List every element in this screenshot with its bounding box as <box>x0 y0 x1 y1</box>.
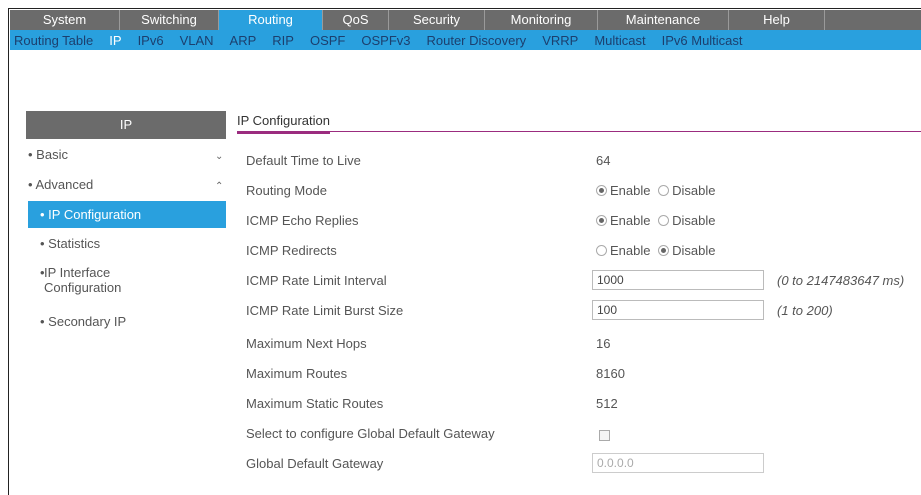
subnav-ipv6[interactable]: IPv6 <box>138 33 164 48</box>
routing-mode-enable-radio[interactable] <box>596 185 607 196</box>
routing-mode-disable-radio[interactable] <box>658 185 670 196</box>
max-static-routes-label: Maximum Static Routes <box>246 396 384 411</box>
max-next-hops-label: Maximum Next Hops <box>246 336 367 351</box>
enable-label: Enable <box>610 213 651 228</box>
global-gateway-checkbox[interactable] <box>599 430 610 441</box>
tab-system[interactable]: System <box>10 10 120 30</box>
subnav-ospfv3[interactable]: OSPFv3 <box>361 33 410 48</box>
icmp-rate-burst-label: ICMP Rate Limit Burst Size <box>246 303 404 318</box>
sidebar-item-basic[interactable]: • Basic <box>28 147 68 162</box>
max-routes-label: Maximum Routes <box>246 366 348 381</box>
top-nav: System Switching Routing QoS Security Mo… <box>10 10 921 30</box>
disable-label: Disable <box>672 183 716 198</box>
sub-nav: Routing Table IP IPv6 VLAN ARP RIP OSPF … <box>10 30 921 50</box>
max-static-routes-value: 512 <box>596 396 618 411</box>
icmp-echo-options: Enable Disable <box>596 213 715 228</box>
icmp-rate-interval-hint: (0 to 2147483647 ms) <box>777 273 905 288</box>
icmp-echo-disable-radio[interactable] <box>658 215 670 226</box>
title-divider <box>237 131 921 132</box>
sidebar-item-label: Statistics <box>48 236 101 251</box>
sidebar-header: IP <box>26 111 226 139</box>
sidebar-item-label: Basic <box>36 147 68 162</box>
max-routes-value: 8160 <box>596 366 625 381</box>
sidebar-item-statistics[interactable]: • Statistics <box>40 236 100 251</box>
icmp-redirects-disable-radio[interactable] <box>658 245 670 256</box>
tab-routing[interactable]: Routing <box>219 10 323 30</box>
subnav-rip[interactable]: RIP <box>272 33 294 48</box>
icmp-redirects-options: Enable Disable <box>596 243 715 258</box>
icmp-redirects-label: ICMP Redirects <box>246 243 337 258</box>
icmp-rate-interval-input[interactable] <box>592 270 764 290</box>
disable-label: Disable <box>672 213 716 228</box>
disable-label: Disable <box>672 243 716 258</box>
tab-help[interactable]: Help <box>729 10 825 30</box>
global-gateway-input[interactable] <box>592 453 764 473</box>
page-title: IP Configuration <box>237 113 330 134</box>
subnav-ospf[interactable]: OSPF <box>310 33 345 48</box>
subnav-vlan[interactable]: VLAN <box>180 33 214 48</box>
subnav-ip[interactable]: IP <box>109 33 121 48</box>
icmp-echo-label: ICMP Echo Replies <box>246 213 359 228</box>
sidebar-item-advanced[interactable]: • Advanced <box>28 177 93 192</box>
icmp-rate-burst-input[interactable] <box>592 300 764 320</box>
sidebar-item-secondary-ip[interactable]: • Secondary IP <box>40 314 126 329</box>
subnav-multicast[interactable]: Multicast <box>594 33 645 48</box>
tab-security[interactable]: Security <box>389 10 485 30</box>
icmp-redirects-enable-radio[interactable] <box>596 245 607 256</box>
tab-monitoring[interactable]: Monitoring <box>485 10 598 30</box>
icmp-rate-burst-hint: (1 to 200) <box>777 303 833 318</box>
subnav-ipv6-multicast[interactable]: IPv6 Multicast <box>662 33 743 48</box>
chevron-up-icon[interactable]: ⌃ <box>215 181 223 192</box>
sidebar-item-label: Advanced <box>35 177 94 192</box>
window-frame <box>8 8 921 495</box>
subnav-routing-table[interactable]: Routing Table <box>14 33 93 48</box>
routing-mode-label: Routing Mode <box>246 183 327 198</box>
sidebar-item-label: Secondary IP <box>48 314 127 329</box>
sidebar-item-label[interactable]: IP Interface Configuration <box>44 265 154 295</box>
icmp-rate-interval-label: ICMP Rate Limit Interval <box>246 273 387 288</box>
max-next-hops-value: 16 <box>596 336 611 351</box>
subnav-router-discovery[interactable]: Router Discovery <box>426 33 526 48</box>
sidebar-item-ip-configuration[interactable]: • IP Configuration <box>28 201 226 228</box>
tab-switching[interactable]: Switching <box>120 10 219 30</box>
tab-qos[interactable]: QoS <box>323 10 389 30</box>
default-ttl-label: Default Time to Live <box>246 153 361 168</box>
sidebar-item-label: IP Configuration <box>48 207 142 222</box>
enable-label: Enable <box>610 183 651 198</box>
subnav-arp[interactable]: ARP <box>230 33 257 48</box>
global-gateway-select-label: Select to configure Global Default Gatew… <box>246 426 495 441</box>
enable-label: Enable <box>610 243 651 258</box>
global-gateway-label: Global Default Gateway <box>246 456 384 471</box>
default-ttl-value: 64 <box>596 153 611 168</box>
chevron-down-icon[interactable]: ⌄ <box>215 151 223 162</box>
icmp-echo-enable-radio[interactable] <box>596 215 607 226</box>
tab-maintenance[interactable]: Maintenance <box>598 10 729 30</box>
subnav-vrrp[interactable]: VRRP <box>542 33 578 48</box>
routing-mode-options: Enable Disable <box>596 183 715 198</box>
